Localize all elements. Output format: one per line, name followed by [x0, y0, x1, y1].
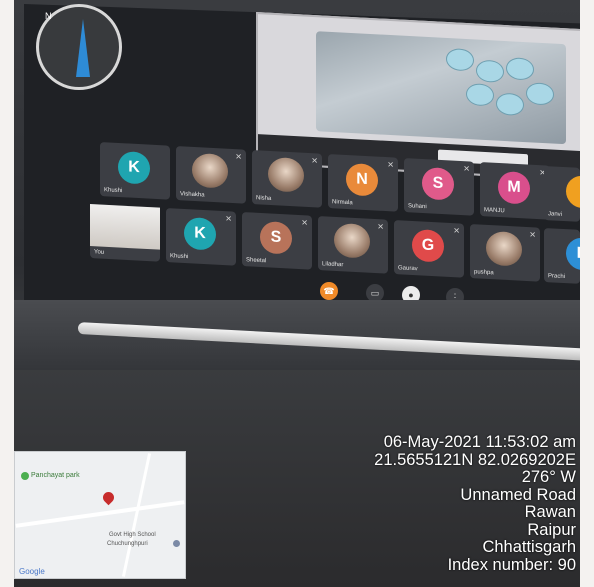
- google-logo: Google: [19, 567, 45, 576]
- geotag-datetime: 06-May-2021 11:53:02 am: [383, 433, 576, 451]
- participant-tile-self[interactable]: You: [90, 204, 160, 262]
- mic-off-icon: ✕: [387, 160, 394, 170]
- participant-name: pushpa: [474, 269, 494, 277]
- presentation-slide: [316, 31, 566, 145]
- participant-photo: [486, 230, 522, 267]
- participant-name: Gaurav: [398, 265, 418, 273]
- scanned-photo: N K Khushi Vishakha ✕ Nisha ✕ N Nirmala …: [0, 0, 594, 587]
- participant-avatar: N: [346, 162, 378, 197]
- participant-tile[interactable]: N Nirmala ✕: [328, 154, 398, 212]
- geotag-road: Unnamed Road: [460, 485, 576, 504]
- participant-tile[interactable]: Janvi: [544, 166, 580, 222]
- participant-avatar: P: [566, 237, 580, 271]
- location-minimap: Panchayat park Govt High School Chuchung…: [14, 451, 186, 579]
- geotag-overlay: 06-May-2021 11:53:02 am 21.5655121N 82.0…: [374, 433, 576, 574]
- participant-avatar: G: [412, 228, 444, 263]
- participant-name: Vishakha: [180, 191, 205, 199]
- school-marker-icon: [173, 540, 180, 547]
- participant-tile[interactable]: pushpa ✕: [470, 224, 540, 282]
- self-video: [90, 204, 160, 250]
- mic-off-icon: ✕: [235, 152, 242, 162]
- geotag-locality: Rawan: [524, 503, 576, 521]
- participant-tile[interactable]: G Gaurav ✕: [394, 220, 464, 278]
- participant-avatar: S: [422, 166, 454, 201]
- participant-tile[interactable]: M MANJU ✕: [480, 162, 550, 220]
- participant-tile[interactable]: S Sheetal ✕: [242, 212, 312, 270]
- participant-name: Janvi: [548, 211, 563, 218]
- participant-name: Khushi: [170, 253, 189, 261]
- mic-off-icon: ✕: [301, 218, 308, 228]
- geotag-coordinates: 21.5655121N 82.0269202E: [374, 450, 576, 469]
- mic-off-icon: ✕: [463, 164, 470, 174]
- mic-off-icon: ✕: [225, 214, 232, 224]
- participant-tile[interactable]: P Prachi: [544, 228, 580, 284]
- mic-off-icon: ✕: [377, 222, 384, 232]
- geotag-state: Chhattisgarh: [482, 538, 576, 556]
- participant-tile[interactable]: K Khushi ✕: [166, 208, 236, 266]
- participant-name: You: [94, 249, 105, 256]
- participant-name: Nisha: [256, 195, 272, 203]
- geotag-index: Index number: 90: [447, 555, 576, 574]
- participant-tile[interactable]: Nisha ✕: [252, 150, 322, 208]
- participant-avatar: S: [260, 220, 292, 255]
- participant-name: Khushi: [104, 187, 123, 195]
- participant-avatar: K: [184, 216, 216, 251]
- compass-north-label: N: [45, 11, 52, 21]
- geotag-district: Raipur: [527, 520, 576, 539]
- participant-name: Suhani: [408, 203, 427, 211]
- participant-tile[interactable]: Liladhar ✕: [318, 216, 388, 274]
- compass-icon: N: [36, 4, 122, 90]
- participant-tile[interactable]: K Khushi: [100, 142, 170, 200]
- participant-tile[interactable]: S Suhani ✕: [404, 158, 474, 216]
- compass-needle: [76, 19, 90, 77]
- participant-name: Prachi: [548, 273, 566, 281]
- map-park-label: Panchayat park: [31, 472, 80, 479]
- mic-off-icon: ✕: [453, 226, 460, 236]
- participant-photo: [192, 152, 228, 189]
- park-marker-icon: [21, 472, 29, 480]
- map-village-label: Chuchunghpuri: [107, 541, 148, 547]
- mic-off-icon: ✕: [529, 230, 536, 240]
- participant-avatar: [566, 175, 580, 209]
- participant-tile[interactable]: Vishakha ✕: [176, 146, 246, 204]
- end-call-button[interactable]: ☎: [320, 282, 338, 300]
- participant-photo: [268, 156, 304, 193]
- location-pin-icon: [100, 489, 117, 506]
- participant-name: Liladhar: [322, 261, 344, 269]
- participant-avatar: M: [498, 170, 530, 205]
- participant-name: MANJU: [484, 207, 505, 215]
- mic-off-icon: ✕: [311, 156, 318, 166]
- participant-name: Nirmala: [332, 199, 353, 207]
- participant-photo: [334, 222, 370, 259]
- participant-avatar: K: [118, 150, 150, 185]
- geotag-heading: 276° W: [521, 468, 576, 486]
- participant-name: Sheetal: [246, 257, 267, 265]
- map-school-label: Govt High School: [109, 532, 156, 538]
